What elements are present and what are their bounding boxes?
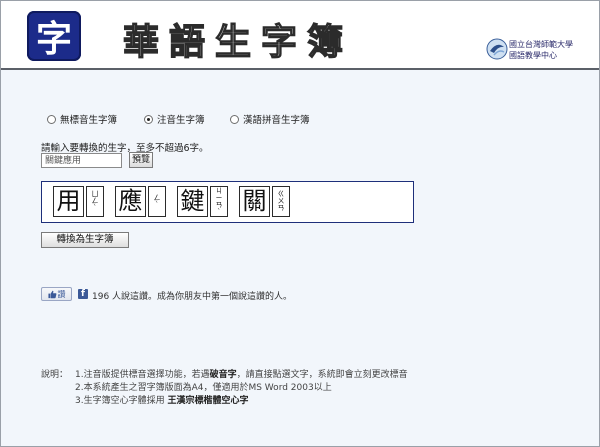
notes-label: 說明： xyxy=(41,370,69,380)
site-logo[interactable]: 字 xyxy=(27,11,81,61)
header: 字 華語生字簿 國立台灣師範大學 國語教學中心 xyxy=(1,1,599,70)
facebook-like-button[interactable]: 讚 xyxy=(41,287,72,301)
zhuyin-annotation[interactable]: ㄥ ˋ xyxy=(148,186,166,217)
zhuyin-annotation[interactable]: ㄩ ㄥ ˋ xyxy=(86,186,104,217)
radio-label: 漢語拼音生字簿 xyxy=(243,115,310,126)
note-item: 3.生字簿空心字體採用 王漢宗標楷體空心字 xyxy=(75,395,248,408)
radio-label: 注音生字簿 xyxy=(157,115,205,126)
university-name: 國立台灣師範大學 xyxy=(509,40,573,49)
radio-button[interactable] xyxy=(230,114,239,124)
character[interactable]: 應 xyxy=(115,186,146,217)
character[interactable]: 用 xyxy=(53,186,84,217)
note-emphasis: 王漢宗標楷體空心字 xyxy=(167,396,249,406)
preview-button[interactable]: 預覽 xyxy=(129,152,153,168)
center-name: 國語教學中心 xyxy=(509,51,557,60)
facebook-icon: f xyxy=(78,289,88,299)
thumbs-up-icon xyxy=(47,290,56,298)
note-text: ，請直接點選文字，系統即會立刻更改標音 xyxy=(236,370,408,380)
input-prompt: 請輸入要轉換的生字，至多不超過6字。 xyxy=(41,143,209,154)
character[interactable]: 關 xyxy=(239,186,270,217)
tone-mark: ˋ xyxy=(155,200,159,209)
tone-mark: ˋ xyxy=(217,207,221,216)
note-item: 1.注音版提供標音選擇功能，若遇破音字，請直接點選文字，系統即會立刻更改標音 xyxy=(75,369,408,382)
note-item: 2.本系統產生之習字簿版面為A4，僅適用於MS Word 2003以上 xyxy=(75,382,332,395)
radio-label: 無標音生字簿 xyxy=(60,115,118,126)
radio-button-selected[interactable] xyxy=(144,114,153,124)
site-title: 華語生字簿 xyxy=(122,20,354,63)
convert-button[interactable]: 轉換為生字簿 xyxy=(41,232,129,248)
tone-mark: ˋ xyxy=(93,204,97,212)
page-frame: 字 華語生字簿 國立台灣師範大學 國語教學中心 無標音生字簿 注音生字簿 漢語拼… xyxy=(0,0,600,447)
like-label: 讚 xyxy=(57,289,66,299)
radio-option-no-phonetic[interactable]: 無標音生字簿 xyxy=(47,112,117,126)
character[interactable]: 鍵 xyxy=(177,186,208,217)
characters-input[interactable]: 關鍵應用 xyxy=(41,153,122,168)
university-logo[interactable]: 國立台灣師範大學 國語教學中心 xyxy=(485,37,595,67)
logo-character: 字 xyxy=(35,18,72,60)
university-emblem-icon xyxy=(486,38,508,60)
zhuyin-symbol: ㄢ xyxy=(277,204,285,212)
radio-button[interactable] xyxy=(47,114,56,124)
zhuyin-annotation[interactable]: ㄐ ㄧ ㄢ ˋ xyxy=(210,186,228,217)
radio-option-pinyin[interactable]: 漢語拼音生字簿 xyxy=(230,112,310,126)
radio-option-zhuyin[interactable]: 注音生字簿 xyxy=(144,112,205,126)
like-count-text: 196 人說這讚。成為你朋友中第一個說這讚的人。 xyxy=(92,292,293,302)
note-emphasis: 破音字 xyxy=(209,370,237,380)
note-text: 1.注音版提供標音選擇功能，若遇 xyxy=(75,370,210,380)
note-text: 2.本系統產生之習字簿版面為A4，僅適用於MS Word 2003以上 xyxy=(75,383,332,393)
preview-panel: 用 ㄩ ㄥ ˋ 應 ㄥ ˋ 鍵 ㄐ ㄧ ㄢ ˋ 關 ㄍ ㄨ ㄢ xyxy=(41,181,414,223)
zhuyin-annotation[interactable]: ㄍ ㄨ ㄢ xyxy=(272,186,290,217)
note-text: 3.生字簿空心字體採用 xyxy=(75,396,168,406)
